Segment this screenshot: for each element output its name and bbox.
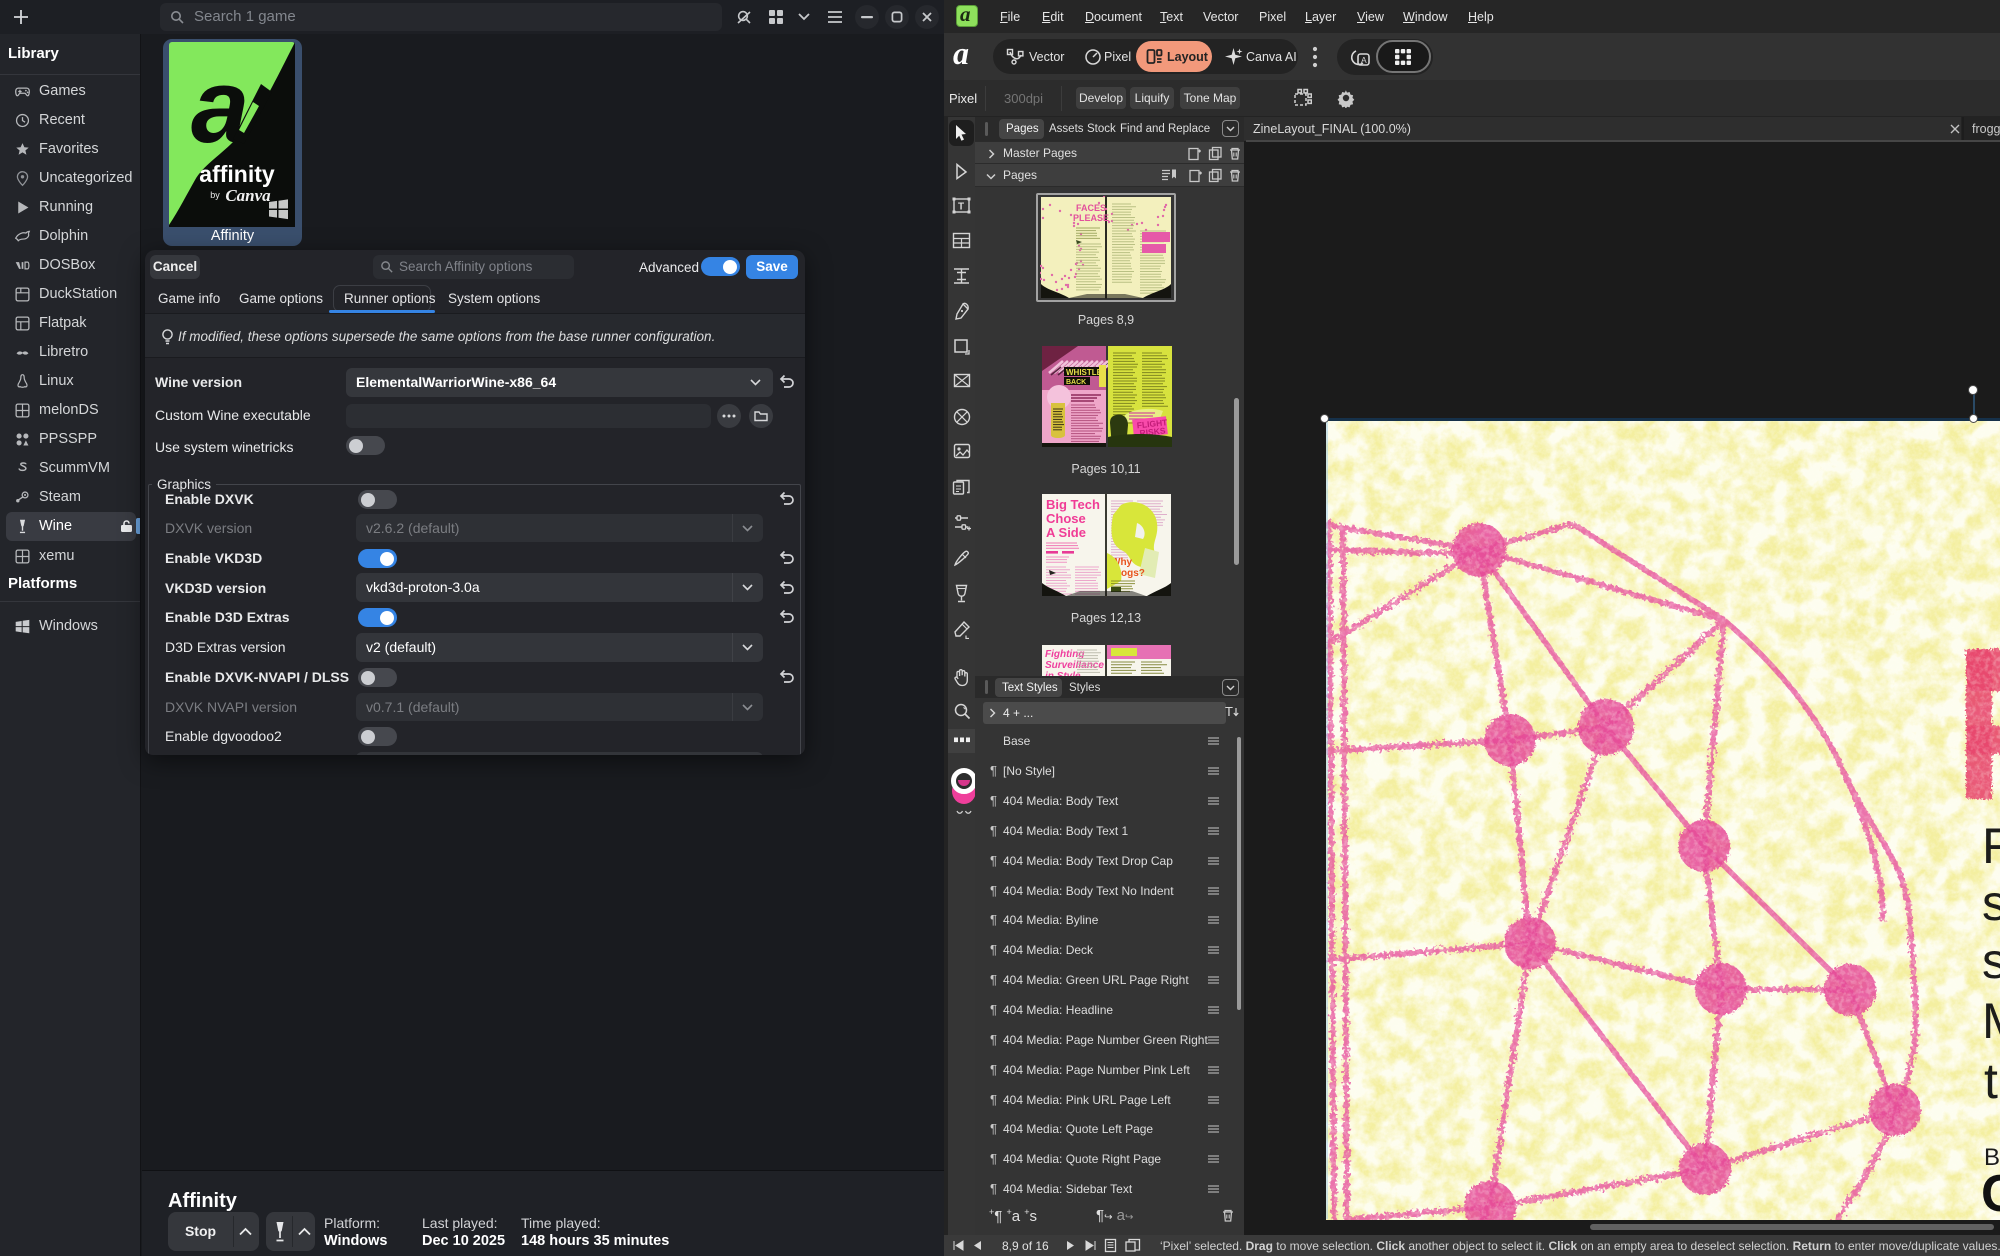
svg-text:Canva: Canva: [225, 186, 271, 205]
svg-text:Big Tech: Big Tech: [1046, 497, 1100, 512]
svg-text:WHISTLE: WHISTLE: [1066, 368, 1103, 377]
svg-text:FACES: FACES: [1076, 203, 1106, 213]
svg-text:PLEASE: PLEASE: [1073, 213, 1109, 223]
svg-text:s: s: [1982, 875, 2000, 931]
svg-text:s: s: [1982, 933, 2000, 989]
svg-text:a: a: [191, 48, 249, 165]
svg-text:affinity: affinity: [199, 161, 275, 187]
svg-text:M: M: [1982, 993, 2000, 1049]
svg-text:t: t: [1984, 1053, 1998, 1109]
svg-text:F: F: [1982, 818, 2000, 874]
svg-text:by: by: [210, 190, 220, 200]
svg-text:T: T: [1225, 704, 1233, 719]
svg-text:A: A: [1361, 55, 1367, 65]
svg-text:T: T: [958, 202, 964, 213]
svg-text:BACK: BACK: [1066, 379, 1086, 386]
svg-text:A Side: A Side: [1046, 525, 1086, 540]
svg-text:C: C: [1981, 1165, 2000, 1220]
svg-text:Chose: Chose: [1046, 511, 1086, 526]
